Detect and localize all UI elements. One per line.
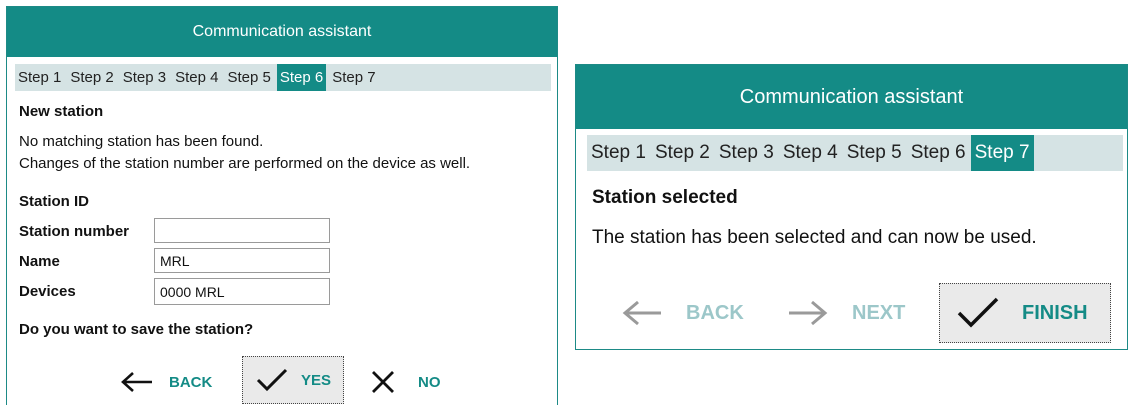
devices-field[interactable] xyxy=(154,278,330,305)
name-field[interactable] xyxy=(154,248,330,273)
finish-button[interactable]: FINISH xyxy=(939,283,1111,343)
step-bar: Step 1 Step 2 Step 3 Step 4 Step 5 Step … xyxy=(15,64,551,91)
next-button[interactable]: NEXT xyxy=(786,291,905,335)
arrow-left-icon xyxy=(620,298,664,328)
station-id-heading: Station ID xyxy=(19,193,89,210)
tab-step-2[interactable]: Step 2 xyxy=(651,135,714,171)
message-line-1: No matching station has been found. xyxy=(19,133,264,150)
step-bar: Step 1 Step 2 Step 3 Step 4 Step 5 Step … xyxy=(587,135,1123,171)
dialog-station-selected: Communication assistant Step 1 Step 2 St… xyxy=(575,64,1128,350)
status-message: The station has been selected and can no… xyxy=(592,227,1037,248)
tab-step-7[interactable]: Step 7 xyxy=(329,64,378,91)
back-button[interactable]: BACK xyxy=(119,362,212,402)
arrow-right-icon xyxy=(786,298,830,328)
tab-step-6[interactable]: Step 6 xyxy=(907,135,970,171)
tab-step-5[interactable]: Step 5 xyxy=(225,64,274,91)
back-button-label: BACK xyxy=(169,373,213,391)
tab-step-1[interactable]: Step 1 xyxy=(15,64,64,91)
tab-step-2[interactable]: Step 2 xyxy=(67,64,116,91)
save-question: Do you want to save the station? xyxy=(19,321,254,338)
no-button[interactable]: NO xyxy=(370,362,441,402)
check-icon xyxy=(956,296,1000,330)
message-line-2: Changes of the station number are perfor… xyxy=(19,155,471,172)
arrow-left-icon xyxy=(119,370,155,394)
name-label: Name xyxy=(19,253,60,270)
tab-step-3[interactable]: Step 3 xyxy=(715,135,778,171)
dialog-new-station: Communication assistant Step 1 Step 2 St… xyxy=(6,6,558,405)
tab-step-7[interactable]: Step 7 xyxy=(970,135,1034,171)
tab-step-1[interactable]: Step 1 xyxy=(587,135,650,171)
check-icon xyxy=(255,367,289,393)
yes-button-label: YES xyxy=(301,371,332,389)
tab-step-6[interactable]: Step 6 xyxy=(276,64,327,91)
tab-step-4[interactable]: Step 4 xyxy=(779,135,842,171)
finish-button-label: FINISH xyxy=(1022,301,1088,324)
yes-button[interactable]: YES xyxy=(242,356,344,404)
station-number-field[interactable] xyxy=(154,218,330,243)
tab-step-5[interactable]: Step 5 xyxy=(843,135,906,171)
section-heading: Station selected xyxy=(592,187,738,208)
tab-step-4[interactable]: Step 4 xyxy=(172,64,221,91)
station-number-label: Station number xyxy=(19,223,130,240)
section-heading: New station xyxy=(19,103,104,120)
back-button-label: BACK xyxy=(686,301,744,324)
dialog-title: Communication assistant xyxy=(7,7,557,57)
devices-label: Devices xyxy=(19,283,76,300)
no-button-label: NO xyxy=(418,373,441,391)
next-button-label: NEXT xyxy=(852,301,906,324)
close-icon xyxy=(370,369,396,395)
back-button[interactable]: BACK xyxy=(620,291,744,335)
tab-step-3[interactable]: Step 3 xyxy=(120,64,169,91)
dialog-title: Communication assistant xyxy=(576,65,1127,129)
